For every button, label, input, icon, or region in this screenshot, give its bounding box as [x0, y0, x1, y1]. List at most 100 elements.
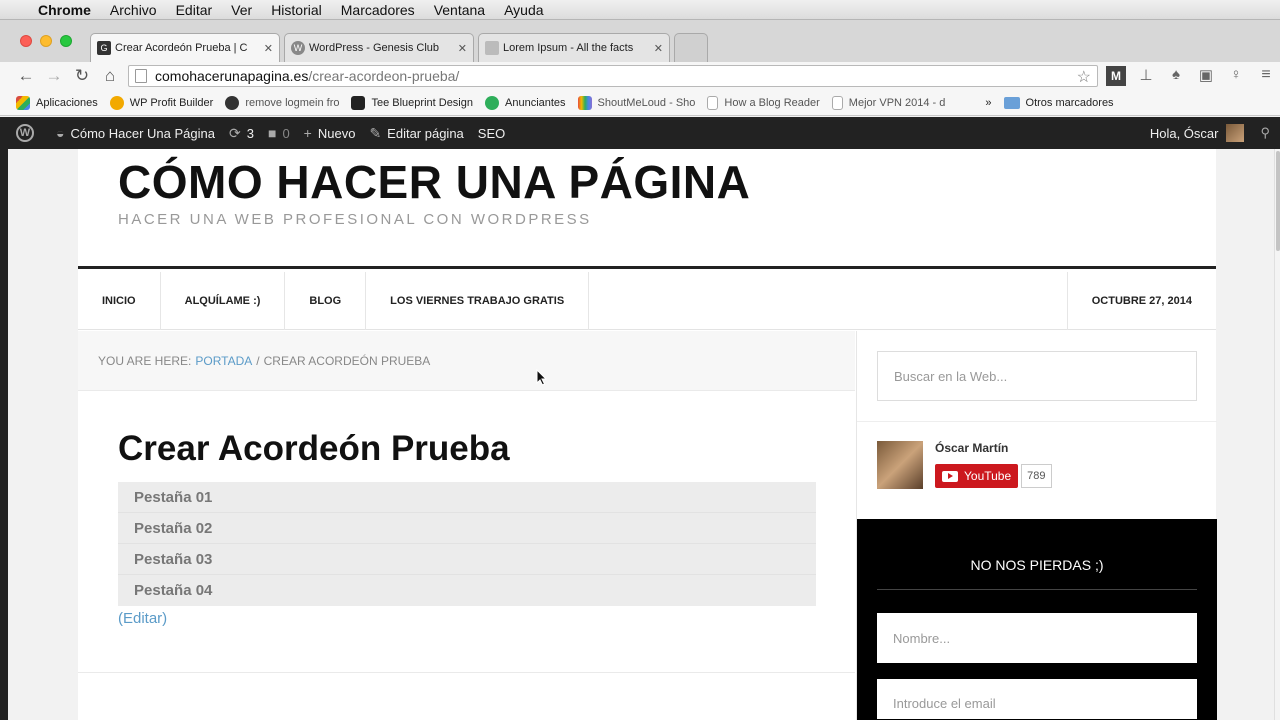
anunciantes-icon — [485, 95, 499, 110]
site-container: CÓMO HACER UNA PÁGINA HACER UNA WEB PROF… — [78, 149, 1217, 720]
url-host: comohacerunapagina.es — [155, 68, 309, 84]
sidebar-divider — [857, 421, 1217, 422]
menu-marcadores[interactable]: Marcadores — [341, 2, 415, 18]
extension-evernote-icon[interactable]: ♠ — [1166, 66, 1186, 86]
tab-wordpress-genesis[interactable]: W WordPress - Genesis Club ✕ — [284, 33, 474, 62]
bookmark-label: Anunciantes — [505, 96, 566, 109]
avatar — [1226, 124, 1245, 142]
extension-bulb-icon[interactable]: ♀ — [1226, 66, 1246, 86]
bookmark-wp-profit-builder[interactable]: WP Profit Builder — [109, 95, 214, 110]
accordion-tab-03[interactable]: Pestaña 03 — [118, 544, 816, 575]
admin-search-icon[interactable]: ⚲ — [1260, 125, 1270, 141]
menu-editar[interactable]: Editar — [176, 2, 213, 18]
macos-menu-bar: Chrome Archivo Editar Ver Historial Marc… — [0, 0, 1280, 20]
admin-site-name: Cómo Hacer Una Página — [70, 125, 215, 141]
sidebar-search-input[interactable]: Buscar en la Web... — [877, 351, 1197, 401]
author-name: Óscar Martín — [935, 441, 1009, 455]
zoom-window-icon[interactable] — [60, 35, 72, 47]
left-gutter — [0, 117, 8, 720]
menu-archivo[interactable]: Archivo — [110, 2, 157, 18]
more-bookmarks-chevron-icon[interactable]: » — [985, 97, 991, 109]
newsletter-email-field[interactable]: Introduce el email — [877, 679, 1197, 719]
extension-m-icon[interactable]: M — [1106, 66, 1126, 86]
menu-ver[interactable]: Ver — [231, 2, 252, 18]
bookmark-star-icon[interactable]: ☆ — [1077, 67, 1091, 87]
updates-count: 3 — [246, 125, 254, 141]
extension-screen-icon[interactable]: ▣ — [1196, 66, 1216, 86]
extension-tray-icon[interactable]: ⊥ — [1136, 66, 1156, 86]
youtube-subscribe-button[interactable]: YouTube — [935, 464, 1019, 488]
url-path: /crear-acordeon-prueba/ — [308, 68, 460, 84]
menu-chrome[interactable]: Chrome — [38, 2, 91, 18]
tab-lorem-ipsum[interactable]: Lorem Ipsum - All the facts ✕ — [478, 33, 670, 62]
accordion-tab-01[interactable]: Pestaña 01 — [118, 482, 816, 513]
address-bar[interactable]: comohacerunapagina.es/crear-acordeon-pru… — [128, 65, 1098, 87]
admin-account[interactable]: Hola, Óscar — [1150, 124, 1245, 142]
back-arrow-icon[interactable]: ← — [12, 66, 40, 86]
tab-crear-acordeon[interactable]: G Crear Acordeón Prueba | C ✕ — [90, 33, 280, 62]
breadcrumb-home-link[interactable]: PORTADA — [195, 354, 252, 368]
menu-ventana[interactable]: Ventana — [434, 2, 485, 18]
page-scrollbar[interactable] — [1274, 149, 1280, 720]
nav-item-blog[interactable]: BLOG — [285, 272, 367, 330]
close-tab-icon[interactable]: ✕ — [264, 42, 273, 55]
close-tab-icon[interactable]: ✕ — [654, 42, 663, 55]
shoutmeloud-icon — [577, 95, 592, 110]
author-avatar — [877, 441, 923, 489]
accordion-tab-04[interactable]: Pestaña 04 — [118, 575, 816, 606]
admin-new[interactable]: + Nuevo — [304, 125, 356, 141]
admin-comments[interactable]: ■ 0 — [268, 125, 290, 141]
bookmark-shoutmeloud[interactable]: ShoutMeLoud - Sho — [577, 95, 696, 110]
nav-item-alquilame[interactable]: ALQUÍLAME :) — [161, 272, 286, 330]
bookmark-anunciantes[interactable]: Anunciantes — [485, 95, 566, 110]
comments-count: 0 — [282, 125, 290, 141]
edit-link[interactable]: (Editar) — [118, 610, 167, 627]
admin-site-link[interactable]: ◒ Cómo Hacer Una Página — [56, 125, 215, 141]
nav-item-viernes[interactable]: LOS VIERNES TRABAJO GRATIS — [366, 272, 590, 330]
apps-grid-icon — [16, 95, 30, 110]
close-tab-icon[interactable]: ✕ — [458, 42, 467, 55]
forward-arrow-icon[interactable]: → — [40, 66, 68, 86]
bookmark-label: WP Profit Builder — [129, 96, 214, 109]
bookmark-otros-marcadores[interactable]: Otros marcadores — [1003, 96, 1114, 109]
menu-ayuda[interactable]: Ayuda — [504, 2, 543, 18]
bookmark-aplicaciones[interactable]: Aplicaciones — [16, 95, 98, 110]
nav-date: OCTUBRE 27, 2014 — [1066, 272, 1216, 330]
new-tab-button[interactable] — [674, 33, 708, 62]
minimize-window-icon[interactable] — [40, 35, 52, 47]
bookmark-remove-logmein[interactable]: remove logmein fro — [225, 95, 339, 110]
accordion: Pestaña 01 Pestaña 02 Pestaña 03 Pestaña… — [118, 482, 816, 606]
plus-icon: + — [303, 125, 312, 141]
reload-icon[interactable]: ↻ — [68, 66, 96, 86]
bookmark-label: How a Blog Reader — [724, 96, 820, 109]
newsletter-divider — [877, 589, 1197, 590]
bookmark-tee-blueprint[interactable]: Tee Blueprint Design — [351, 95, 473, 110]
accordion-tab-02[interactable]: Pestaña 02 — [118, 513, 816, 544]
youtube-subscribe: YouTube 789 — [935, 464, 1052, 488]
menu-historial[interactable]: Historial — [271, 2, 322, 18]
bookmark-blog-reader[interactable]: How a Blog Reader — [707, 95, 820, 110]
browser-toolbar: ← → ↻ ⌂ comohacerunapagina.es/crear-acor… — [0, 62, 1280, 90]
page-icon — [831, 95, 843, 110]
nav-item-inicio[interactable]: INICIO — [78, 272, 161, 330]
scrollbar-thumb[interactable] — [1276, 151, 1280, 251]
updates-icon: ⟳ — [229, 124, 241, 141]
primary-nav: INICIO ALQUÍLAME :) BLOG LOS VIERNES TRA… — [78, 272, 1216, 330]
admin-updates[interactable]: ⟳ 3 — [229, 125, 254, 142]
wordpress-logo-icon[interactable]: W — [16, 124, 34, 142]
home-icon[interactable]: ⌂ — [96, 66, 124, 86]
admin-seo[interactable]: SEO — [478, 126, 505, 141]
bookmark-label: ShoutMeLoud - Sho — [597, 96, 696, 109]
youtube-label: YouTube — [964, 469, 1012, 483]
chrome-menu-icon[interactable]: ≡ — [1256, 66, 1276, 86]
admin-edit-page[interactable]: ✎ Editar página — [369, 125, 463, 142]
dashboard-icon: ◒ — [56, 125, 65, 141]
breadcrumb-separator: / — [256, 353, 260, 368]
bookmark-mejor-vpn[interactable]: Mejor VPN 2014 - d — [831, 95, 945, 110]
breadcrumb: YOU ARE HERE: PORTADA / CREAR ACORDEÓN P… — [78, 331, 855, 391]
bookmarks-bar: Aplicaciones WP Profit Builder remove lo… — [0, 90, 1280, 116]
newsletter-name-field[interactable]: Nombre... — [877, 613, 1197, 663]
close-window-icon[interactable] — [20, 35, 32, 47]
content-divider — [78, 672, 855, 673]
site-title[interactable]: CÓMO HACER UNA PÁGINA — [118, 155, 750, 209]
